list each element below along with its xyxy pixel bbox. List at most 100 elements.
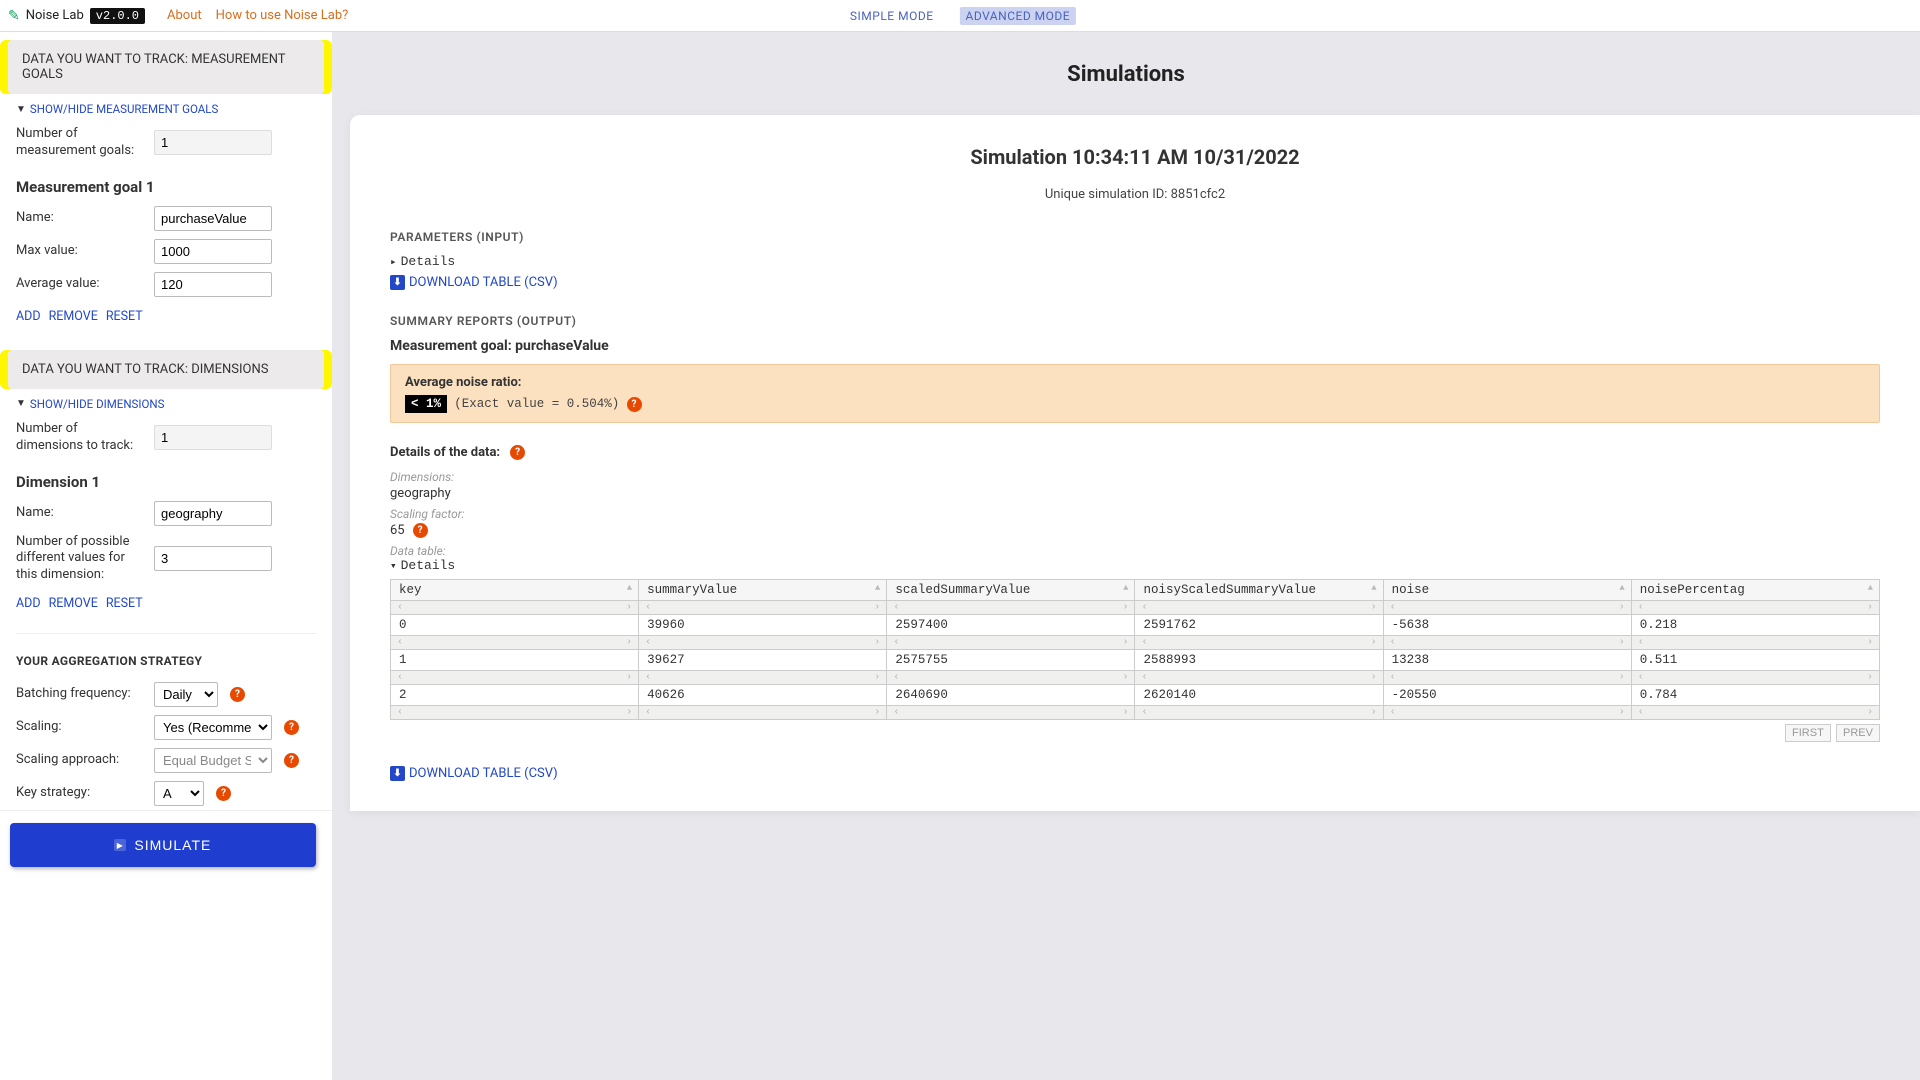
help-icon[interactable]: ? [216, 786, 231, 801]
row-spacer-cell: ‹› [1631, 671, 1879, 685]
filter-cell[interactable]: ‹› [887, 601, 1135, 615]
sort-icon[interactable]: ▲ [875, 584, 880, 593]
add-dim-button[interactable]: ADD [16, 596, 41, 611]
help-icon[interactable]: ? [510, 445, 525, 460]
noise-ratio-label: Average noise ratio: [405, 375, 1865, 390]
row-spacer-cell: ‹› [391, 706, 639, 720]
avg-value-input[interactable] [154, 272, 272, 297]
row-spacer-cell: ‹› [1631, 706, 1879, 720]
noise-exact: (Exact value = 0.504%) [454, 397, 619, 411]
reset-dim-button[interactable]: RESET [106, 596, 143, 611]
filter-cell[interactable]: ‹› [391, 601, 639, 615]
sort-icon[interactable]: ▲ [1371, 584, 1376, 593]
dim-count-input[interactable] [154, 546, 272, 571]
simulate-button-label: SIMULATE [134, 837, 211, 853]
row-spacer-cell: ‹› [887, 671, 1135, 685]
table-cell: 2597400 [887, 615, 1135, 636]
download-info-icon: ⬇ [390, 275, 405, 290]
content-area: Simulations Simulation 10:34:11 AM 10/31… [332, 32, 1920, 1080]
table-header[interactable]: summaryValue▲ [639, 580, 887, 601]
download-params-csv[interactable]: ⬇ DOWNLOAD TABLE (CSV) [390, 275, 558, 290]
data-details-label: Details of the data: ? [390, 445, 525, 460]
table-header[interactable]: noisyScaledSummaryValue▲ [1135, 580, 1383, 601]
play-icon: ▶ [114, 839, 126, 851]
noise-badge: < 1% [405, 395, 447, 413]
table-cell: 2640690 [887, 685, 1135, 706]
pager-first-button[interactable]: FIRST [1785, 724, 1831, 742]
dim-name-label: Name: [16, 505, 146, 522]
toggle-measurement-goals[interactable]: SHOW/HIDE MEASUREMENT GOALS [0, 94, 332, 122]
scaling-select[interactable]: Yes (Recommended) [154, 715, 272, 740]
approach-select[interactable]: Equal Budget Split [154, 748, 272, 773]
toggle-dimensions[interactable]: SHOW/HIDE DIMENSIONS [0, 389, 332, 417]
table-header[interactable]: noisePercentag▲ [1631, 580, 1879, 601]
about-link[interactable]: About [167, 8, 202, 23]
table-cell: 1 [391, 650, 639, 671]
pager-prev-button[interactable]: PREV [1836, 724, 1880, 742]
goal-name-input[interactable] [154, 206, 272, 231]
simulation-heading: Simulation 10:34:11 AM 10/31/2022 [390, 145, 1880, 169]
top-bar: ✎ Noise Lab v2.0.0 About How to use Nois… [0, 0, 1920, 32]
simulate-button[interactable]: ▶ SIMULATE [10, 823, 316, 867]
dim-name-input[interactable] [154, 501, 272, 526]
data-table-details-toggle[interactable]: Details [390, 558, 1880, 573]
parameters-details-toggle[interactable]: Details [390, 254, 1880, 269]
scaling-label: Scaling: [16, 719, 146, 736]
batching-select[interactable]: Daily [154, 682, 218, 707]
help-icon[interactable]: ? [284, 720, 299, 735]
keystrat-select[interactable]: A [154, 781, 204, 806]
help-icon[interactable]: ? [230, 687, 245, 702]
filter-cell[interactable]: ‹› [1383, 601, 1631, 615]
keystrat-label: Key strategy: [16, 785, 146, 802]
reset-goal-button[interactable]: RESET [106, 309, 143, 324]
table-header[interactable]: noise▲ [1383, 580, 1631, 601]
table-cell: 2588993 [1135, 650, 1383, 671]
remove-goal-button[interactable]: REMOVE [49, 309, 98, 324]
sort-icon[interactable]: ▲ [1619, 584, 1624, 593]
table-header[interactable]: key▲ [391, 580, 639, 601]
row-spacer-cell: ‹› [639, 671, 887, 685]
howto-link[interactable]: How to use Noise Lab? [216, 8, 349, 23]
tab-simple-mode[interactable]: SIMPLE MODE [844, 7, 940, 25]
row-spacer-cell: ‹› [1383, 636, 1631, 650]
logo-area: ✎ Noise Lab v2.0.0 [8, 8, 145, 24]
sort-icon[interactable]: ▲ [627, 584, 632, 593]
row-spacer-cell: ‹› [639, 636, 887, 650]
add-goal-button[interactable]: ADD [16, 309, 41, 324]
num-goals-label: Number of measurement goals: [16, 126, 146, 160]
tab-advanced-mode[interactable]: ADVANCED MODE [960, 7, 1077, 25]
section1-title: DATA YOU WANT TO TRACK: MEASUREMENT GOAL… [22, 52, 285, 82]
goal-name-label: Name: [16, 210, 146, 227]
help-icon[interactable]: ? [413, 523, 428, 538]
row-spacer-cell: ‹› [1631, 636, 1879, 650]
row-spacer-cell: ‹› [887, 636, 1135, 650]
dim-actions: ADD REMOVE RESET [0, 588, 332, 619]
table-cell: 39627 [639, 650, 887, 671]
row-spacer-cell: ‹› [1383, 706, 1631, 720]
download-reports-csv[interactable]: ⬇ DOWNLOAD TABLE (CSV) [390, 766, 558, 781]
download-reports-label: DOWNLOAD TABLE (CSV) [409, 766, 558, 781]
max-value-input[interactable] [154, 239, 272, 264]
help-icon[interactable]: ? [284, 753, 299, 768]
remove-dim-button[interactable]: REMOVE [49, 596, 98, 611]
table-cell: 2 [391, 685, 639, 706]
table-cell: 0 [391, 615, 639, 636]
num-dim-label: Number of dimensions to track: [16, 421, 146, 455]
filter-cell[interactable]: ‹› [639, 601, 887, 615]
num-dim-input[interactable] [154, 425, 272, 450]
version-badge: v2.0.0 [90, 8, 145, 24]
help-icon[interactable]: ? [627, 397, 642, 412]
sort-icon[interactable]: ▲ [1868, 584, 1873, 593]
sort-icon[interactable]: ▲ [1123, 584, 1128, 593]
agg-strategy-header: YOUR AGGREGATION STRATEGY [0, 648, 332, 678]
table-cell: -20550 [1383, 685, 1631, 706]
table-row: 13962725757552588993132380.511 [391, 650, 1880, 671]
table-row: 24062626406902620140-205500.784 [391, 685, 1880, 706]
filter-cell[interactable]: ‹› [1135, 601, 1383, 615]
row-spacer-cell: ‹› [887, 706, 1135, 720]
num-goals-input[interactable] [154, 130, 272, 155]
table-header[interactable]: scaledSummaryValue▲ [887, 580, 1135, 601]
data-table: key▲summaryValue▲scaledSummaryValue▲nois… [390, 579, 1880, 720]
filter-cell[interactable]: ‹› [1631, 601, 1879, 615]
goal1-heading: Measurement goal 1 [0, 164, 332, 202]
